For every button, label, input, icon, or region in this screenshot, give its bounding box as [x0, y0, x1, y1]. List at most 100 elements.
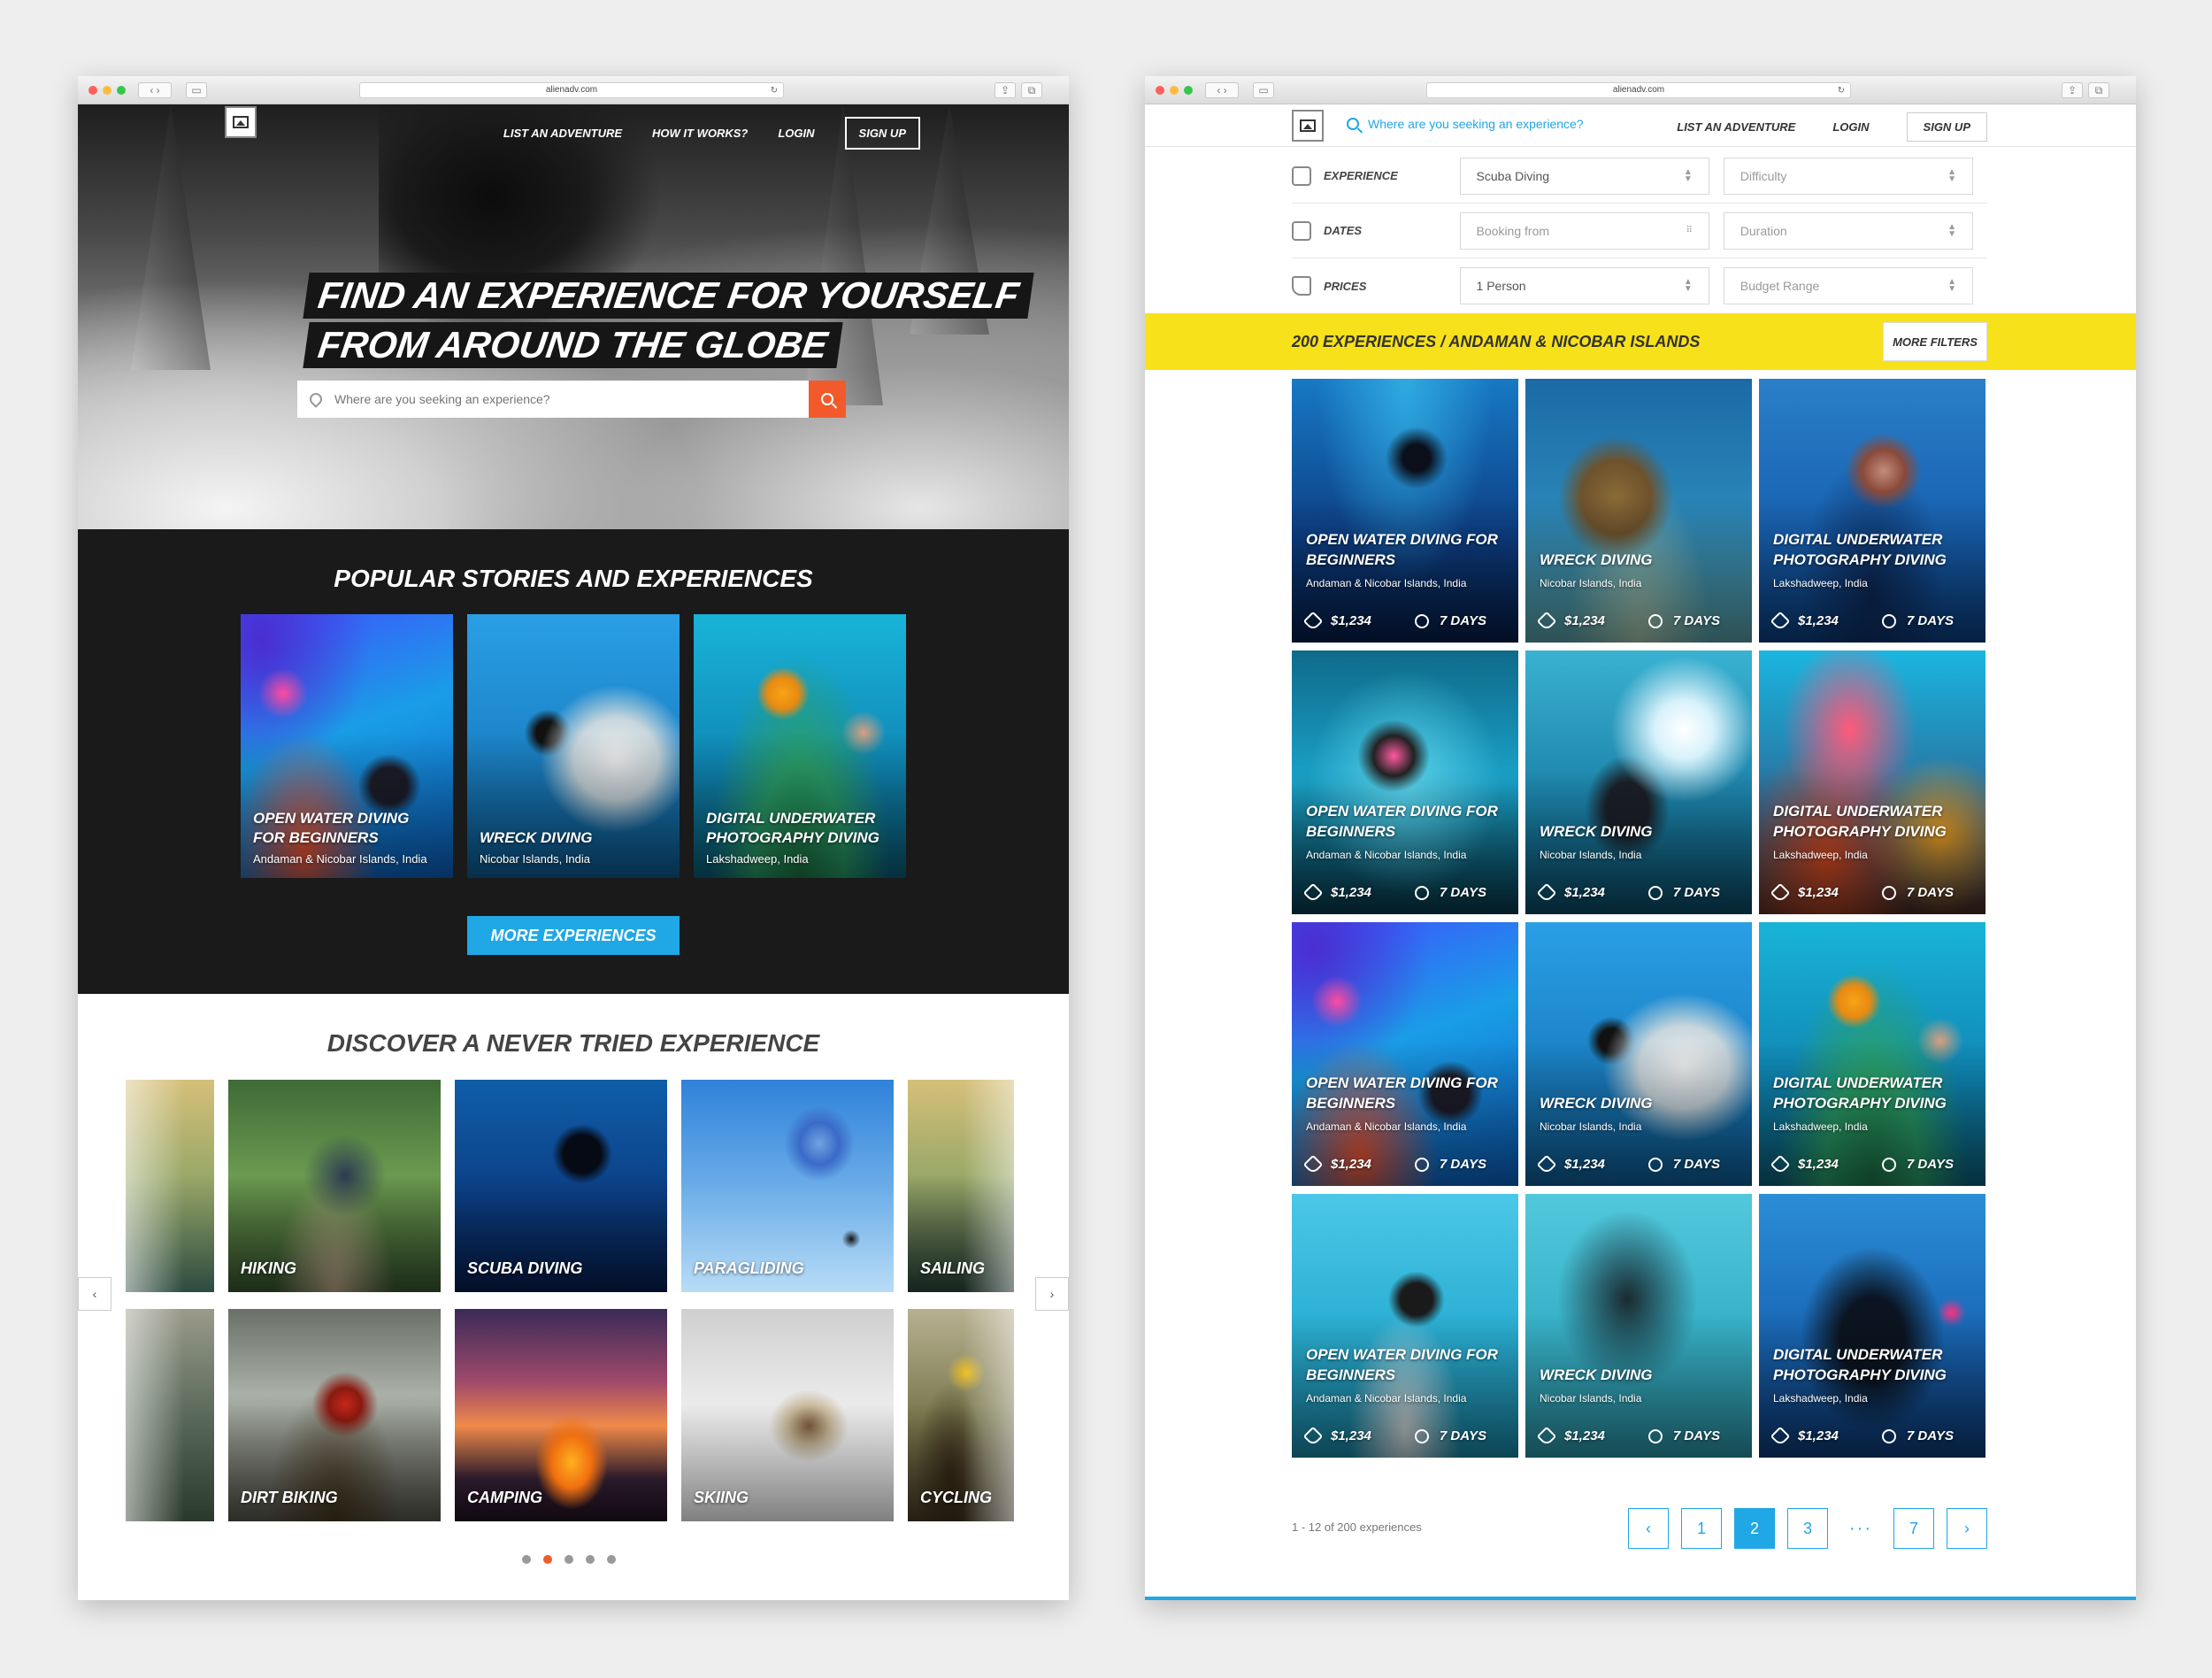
- more-filters-button[interactable]: MORE FILTERS: [1883, 322, 1987, 361]
- carousel-dot[interactable]: [586, 1555, 595, 1564]
- card-location: Andaman & Nicobar Islands, India: [253, 852, 427, 866]
- discover-card-scuba[interactable]: SCUBA DIVING: [455, 1080, 667, 1292]
- experience-card[interactable]: WRECK DIVING Nicobar Islands, India $1,234…: [1525, 1194, 1752, 1458]
- zoom-window-button[interactable]: [117, 86, 126, 95]
- carousel-next-button[interactable]: ›: [1035, 1277, 1069, 1311]
- hero-title-line2: FROM AROUND THE GLOBE: [303, 322, 843, 368]
- nav-list-adventure[interactable]: LIST AN ADVENTURE: [1677, 120, 1795, 134]
- experience-card[interactable]: OPEN WATER DIVING FOR BEGINNERS Andaman &…: [1292, 922, 1518, 1186]
- top-nav: LIST AN ADVENTURE LOGIN SIGN UP: [1677, 112, 1987, 142]
- hero-title: FIND AN EXPERIENCE FOR YOURSELF FROM ARO…: [303, 273, 1034, 372]
- sidebar-icon[interactable]: ▭: [186, 82, 207, 98]
- address-bar[interactable]: alienadv.com ↻: [359, 82, 784, 98]
- discover-card-camping[interactable]: CAMPING: [455, 1309, 667, 1521]
- price-value: $1,234: [1331, 613, 1371, 628]
- hero-search-button[interactable]: [809, 381, 846, 418]
- page-2-button[interactable]: 2: [1734, 1508, 1775, 1549]
- address-bar[interactable]: alienadv.com ↻: [1426, 82, 1851, 98]
- duration-select[interactable]: Duration ▲ ▼: [1723, 212, 1973, 250]
- nav-login[interactable]: LOGIN: [778, 127, 814, 140]
- signup-button[interactable]: SIGN UP: [1906, 112, 1987, 142]
- close-window-button[interactable]: [1156, 86, 1164, 95]
- booking-from-field[interactable]: Booking from ⠿: [1459, 212, 1709, 250]
- card-location: Nicobar Islands, India: [1540, 849, 1642, 861]
- results-count: 200 experiences / Andaman & Nicobar Isla…: [1292, 333, 1701, 350]
- page-1-button[interactable]: 1: [1681, 1508, 1722, 1549]
- experience-card[interactable]: DIGITAL UNDERWATER PHOTOGRAPHY DIVING Lak…: [1759, 922, 1985, 1186]
- experience-card[interactable]: OPEN WATER DIVING FOR BEGINNERS Andaman &…: [1292, 1194, 1518, 1458]
- grid-icon: ⠿: [1686, 225, 1693, 235]
- hero-search-input[interactable]: [334, 392, 809, 406]
- header-search[interactable]: Where are you seeking an experience?: [1347, 117, 1584, 131]
- discover-card-hiking[interactable]: HIKING: [228, 1080, 441, 1292]
- filter-label: EXPERIENCE: [1292, 165, 1460, 186]
- experience-select[interactable]: Scuba Diving ▲ ▼: [1459, 157, 1709, 195]
- popular-card[interactable]: WRECK DIVING Nicobar Islands, India: [467, 614, 680, 878]
- carousel-dot[interactable]: [607, 1555, 616, 1564]
- discover-card-dirt-biking[interactable]: DIRT BIKING: [228, 1309, 441, 1521]
- price-tag-icon: [1302, 1154, 1324, 1174]
- tabs-icon[interactable]: ⧉: [2088, 82, 2109, 98]
- page-3-button[interactable]: 3: [1787, 1508, 1828, 1549]
- experience-card[interactable]: DIGITAL UNDERWATER PHOTOGRAPHY DIVING Lak…: [1759, 1194, 1985, 1458]
- price-value: $1,234: [1564, 1428, 1605, 1443]
- experience-card[interactable]: DIGITAL UNDERWATER PHOTOGRAPHY DIVING Lak…: [1759, 379, 1985, 643]
- more-experiences-button[interactable]: MORE EXPERIENCES: [467, 916, 680, 955]
- reload-icon[interactable]: ↻: [1838, 84, 1845, 98]
- share-icon[interactable]: ⇪: [995, 82, 1016, 98]
- popular-card[interactable]: OPEN WATER DIVING FOR BEGINNERS Andaman …: [241, 614, 453, 878]
- duration-value: 7 days: [1439, 1428, 1486, 1443]
- sidebar-icon[interactable]: ▭: [1253, 82, 1274, 98]
- duration-value: 7 days: [1672, 1428, 1720, 1443]
- close-window-button[interactable]: [88, 86, 97, 95]
- minimize-window-button[interactable]: [103, 86, 111, 95]
- reload-icon[interactable]: ↻: [771, 84, 778, 98]
- carousel-dot-active[interactable]: [543, 1555, 552, 1564]
- card-duration: 7 days: [1647, 613, 1720, 628]
- hero-background: [131, 104, 211, 370]
- experience-card[interactable]: WRECK DIVING Nicobar Islands, India $1,234…: [1525, 922, 1752, 1186]
- carousel-prev-button[interactable]: ‹: [78, 1277, 111, 1311]
- card-location: Lakshadweep, India: [706, 852, 809, 866]
- tabs-icon[interactable]: ⧉: [1021, 82, 1042, 98]
- minimize-window-button[interactable]: [1170, 86, 1179, 95]
- experience-card[interactable]: DIGITAL UNDERWATER PHOTOGRAPHY DIVING Lak…: [1759, 650, 1985, 914]
- zoom-window-button[interactable]: [1184, 86, 1193, 95]
- price-tag-icon: [1536, 1154, 1557, 1174]
- page-7-button[interactable]: 7: [1893, 1508, 1934, 1549]
- nav-login[interactable]: LOGIN: [1832, 120, 1869, 134]
- popular-card[interactable]: DIGITAL UNDERWATER PHOTOGRAPHY DIVING La…: [694, 614, 906, 878]
- experience-card[interactable]: OPEN WATER DIVING FOR BEGINNERS Andaman &…: [1292, 379, 1518, 643]
- duration-value: 7 days: [1439, 885, 1486, 900]
- nav-list-adventure[interactable]: LIST AN ADVENTURE: [503, 127, 622, 140]
- signup-button[interactable]: SIGN UP: [844, 117, 920, 150]
- persons-select[interactable]: 1 Person ▲ ▼: [1459, 267, 1709, 304]
- carousel-dot[interactable]: [522, 1555, 531, 1564]
- discover-card-skiing[interactable]: SKIING: [681, 1309, 894, 1521]
- select-value: Scuba Diving: [1476, 168, 1550, 183]
- experience-card[interactable]: WRECK DIVING Nicobar Islands, India $1,234…: [1525, 650, 1752, 914]
- budget-select[interactable]: Budget Range ▲ ▼: [1723, 267, 1973, 304]
- card-title: WRECK DIVING: [1540, 1095, 1653, 1112]
- card-duration: 7 days: [1647, 1428, 1720, 1443]
- discover-card-paragliding[interactable]: PARAGLIDING: [681, 1080, 894, 1292]
- discover-label: SKIING: [694, 1489, 749, 1506]
- card-duration: 7 days: [1881, 1157, 1954, 1172]
- site-logo[interactable]: [1292, 110, 1324, 142]
- site-logo[interactable]: [225, 106, 257, 138]
- duration-value: 7 days: [1672, 1157, 1720, 1172]
- experience-card[interactable]: OPEN WATER DIVING FOR BEGINNERS Andaman &…: [1292, 650, 1518, 914]
- back-forward-icon[interactable]: ‹ ›: [1205, 82, 1239, 98]
- share-icon[interactable]: ⇪: [2062, 82, 2083, 98]
- timer-icon: [1414, 1428, 1429, 1443]
- page-next-button[interactable]: ›: [1947, 1508, 1987, 1549]
- experience-card[interactable]: WRECK DIVING Nicobar Islands, India $1,234…: [1525, 379, 1752, 643]
- discover-label: CAMPING: [467, 1489, 542, 1506]
- difficulty-select[interactable]: Difficulty ▲ ▼: [1723, 157, 1973, 195]
- back-forward-icon[interactable]: ‹ ›: [138, 82, 172, 98]
- page-prev-button[interactable]: ‹: [1628, 1508, 1669, 1549]
- header-search-placeholder[interactable]: Where are you seeking an experience?: [1368, 117, 1584, 131]
- carousel-dot[interactable]: [565, 1555, 573, 1564]
- nav-how-it-works[interactable]: HOW IT WORKS?: [652, 127, 748, 140]
- duration-value: 7 days: [1906, 1157, 1954, 1172]
